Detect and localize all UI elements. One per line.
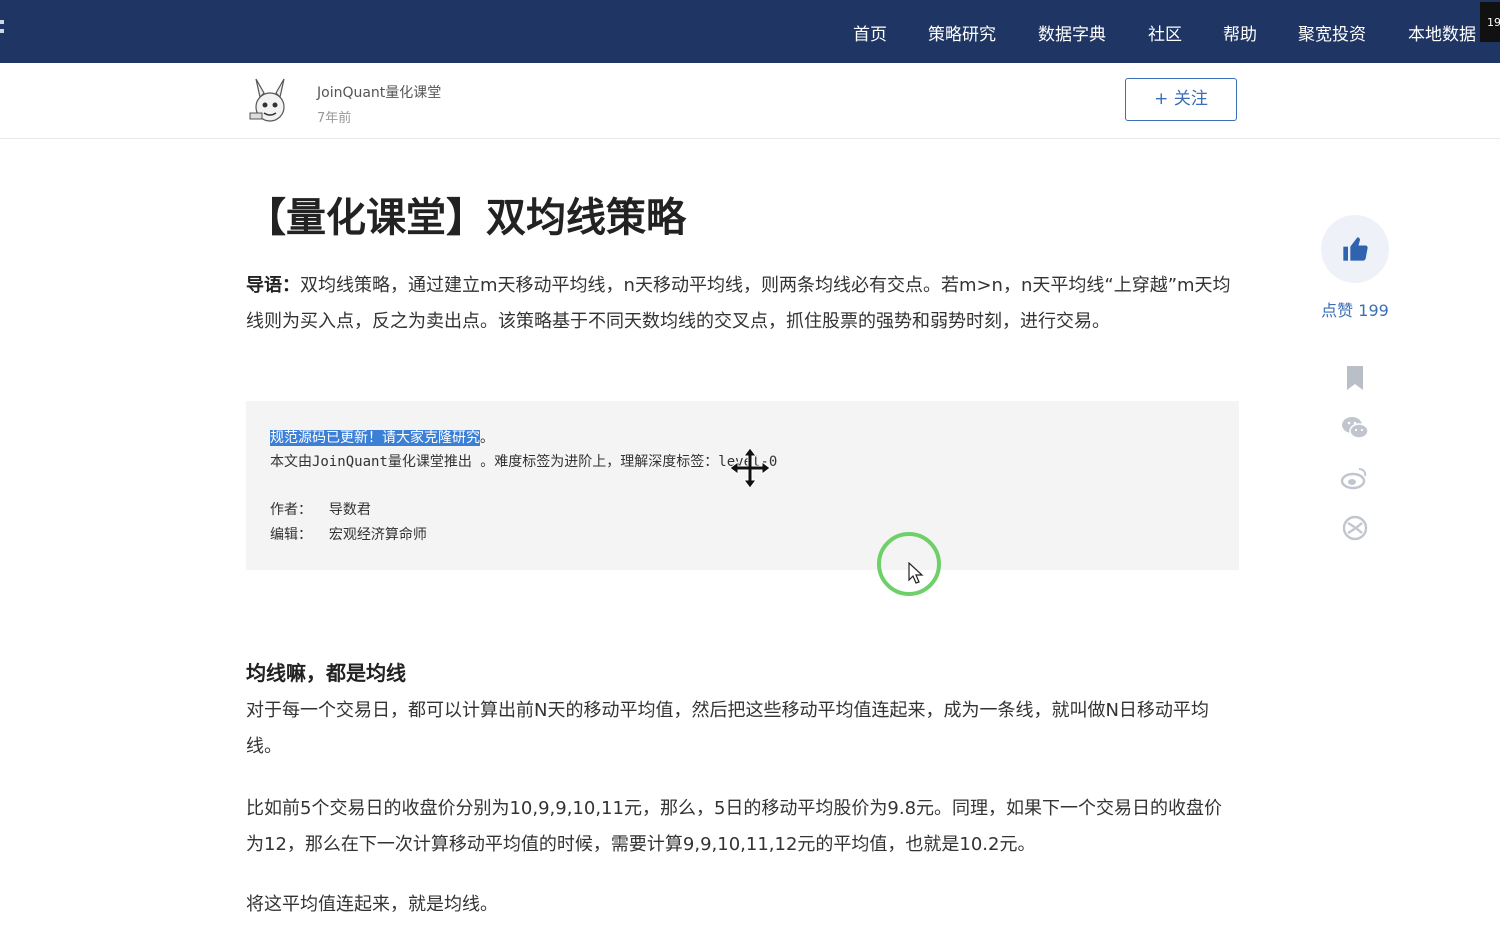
- like-button[interactable]: [1321, 215, 1389, 283]
- code-line-2: 本文由JoinQuant量化课堂推出 。难度标签为进阶上，理解深度标签：leve…: [270, 454, 778, 470]
- like-count[interactable]: 点赞 199: [1321, 297, 1389, 321]
- top-navbar: 首页 策略研究 数据字典 社区 帮助 聚宽投资 本地数据 19: [0, 0, 1500, 63]
- mouse-pointer-icon: [908, 562, 924, 584]
- share-icon[interactable]: [1340, 513, 1370, 543]
- nav-item-local-data[interactable]: 本地数据: [1408, 20, 1476, 45]
- paragraph-1: 对于每一个交易日，都可以计算出前N天的移动平均值，然后把这些移动平均值连起来，成…: [246, 700, 1209, 757]
- author-name[interactable]: JoinQuant量化课堂: [317, 82, 441, 102]
- code-line-4: 编辑： 宏观经济算命师: [270, 527, 427, 543]
- move-cursor-icon: [729, 447, 771, 489]
- follow-button[interactable]: + 关注: [1125, 78, 1237, 121]
- thumbs-up-icon: [1343, 237, 1368, 261]
- section-heading: 均线嘛，都是均线: [246, 661, 406, 685]
- code-line-1-rest: 。: [480, 430, 494, 446]
- nav-item-help[interactable]: 帮助: [1223, 20, 1257, 45]
- nav-item-data-dictionary[interactable]: 数据字典: [1038, 20, 1106, 45]
- code-line-1: 规范源码已更新！请大家克隆研究。: [270, 427, 494, 447]
- intro-text: 双均线策略，通过建立m天移动平均线，n天移动平均线，则两条均线必有交点。若m>n…: [246, 275, 1231, 332]
- post-time: 7年前: [317, 111, 352, 126]
- bookmark-icon[interactable]: [1340, 363, 1370, 393]
- corner-badge: 19: [1480, 2, 1500, 42]
- selected-text[interactable]: 规范源码已更新！请大家克隆研究: [270, 430, 480, 446]
- nav-item-joinquant-invest[interactable]: 聚宽投资: [1298, 20, 1366, 45]
- article-intro: 导语：双均线策略，通过建立m天移动平均线，n天移动平均线，则两条均线必有交点。若…: [246, 268, 1240, 340]
- nav-item-community[interactable]: 社区: [1148, 20, 1182, 45]
- avatar[interactable]: [246, 77, 294, 125]
- paragraph-2: 比如前5个交易日的收盘价分别为10,9,9,10,11元，那么，5日的移动平均股…: [246, 798, 1223, 855]
- intro-label: 导语：: [246, 275, 300, 296]
- article-title: 【量化课堂】双均线策略: [246, 195, 686, 241]
- nav-item-strategy-research[interactable]: 策略研究: [928, 20, 996, 45]
- code-line-3: 作者： 导数君: [270, 502, 371, 518]
- author-bar: JoinQuant量化课堂 7年前 + 关注: [0, 63, 1500, 139]
- menu-icon[interactable]: [0, 20, 6, 42]
- wechat-icon[interactable]: [1340, 413, 1370, 443]
- weibo-icon[interactable]: [1340, 463, 1370, 493]
- nav-item-home[interactable]: 首页: [853, 20, 887, 45]
- paragraph-3: 将这平均值连起来，就是均线。: [246, 894, 498, 915]
